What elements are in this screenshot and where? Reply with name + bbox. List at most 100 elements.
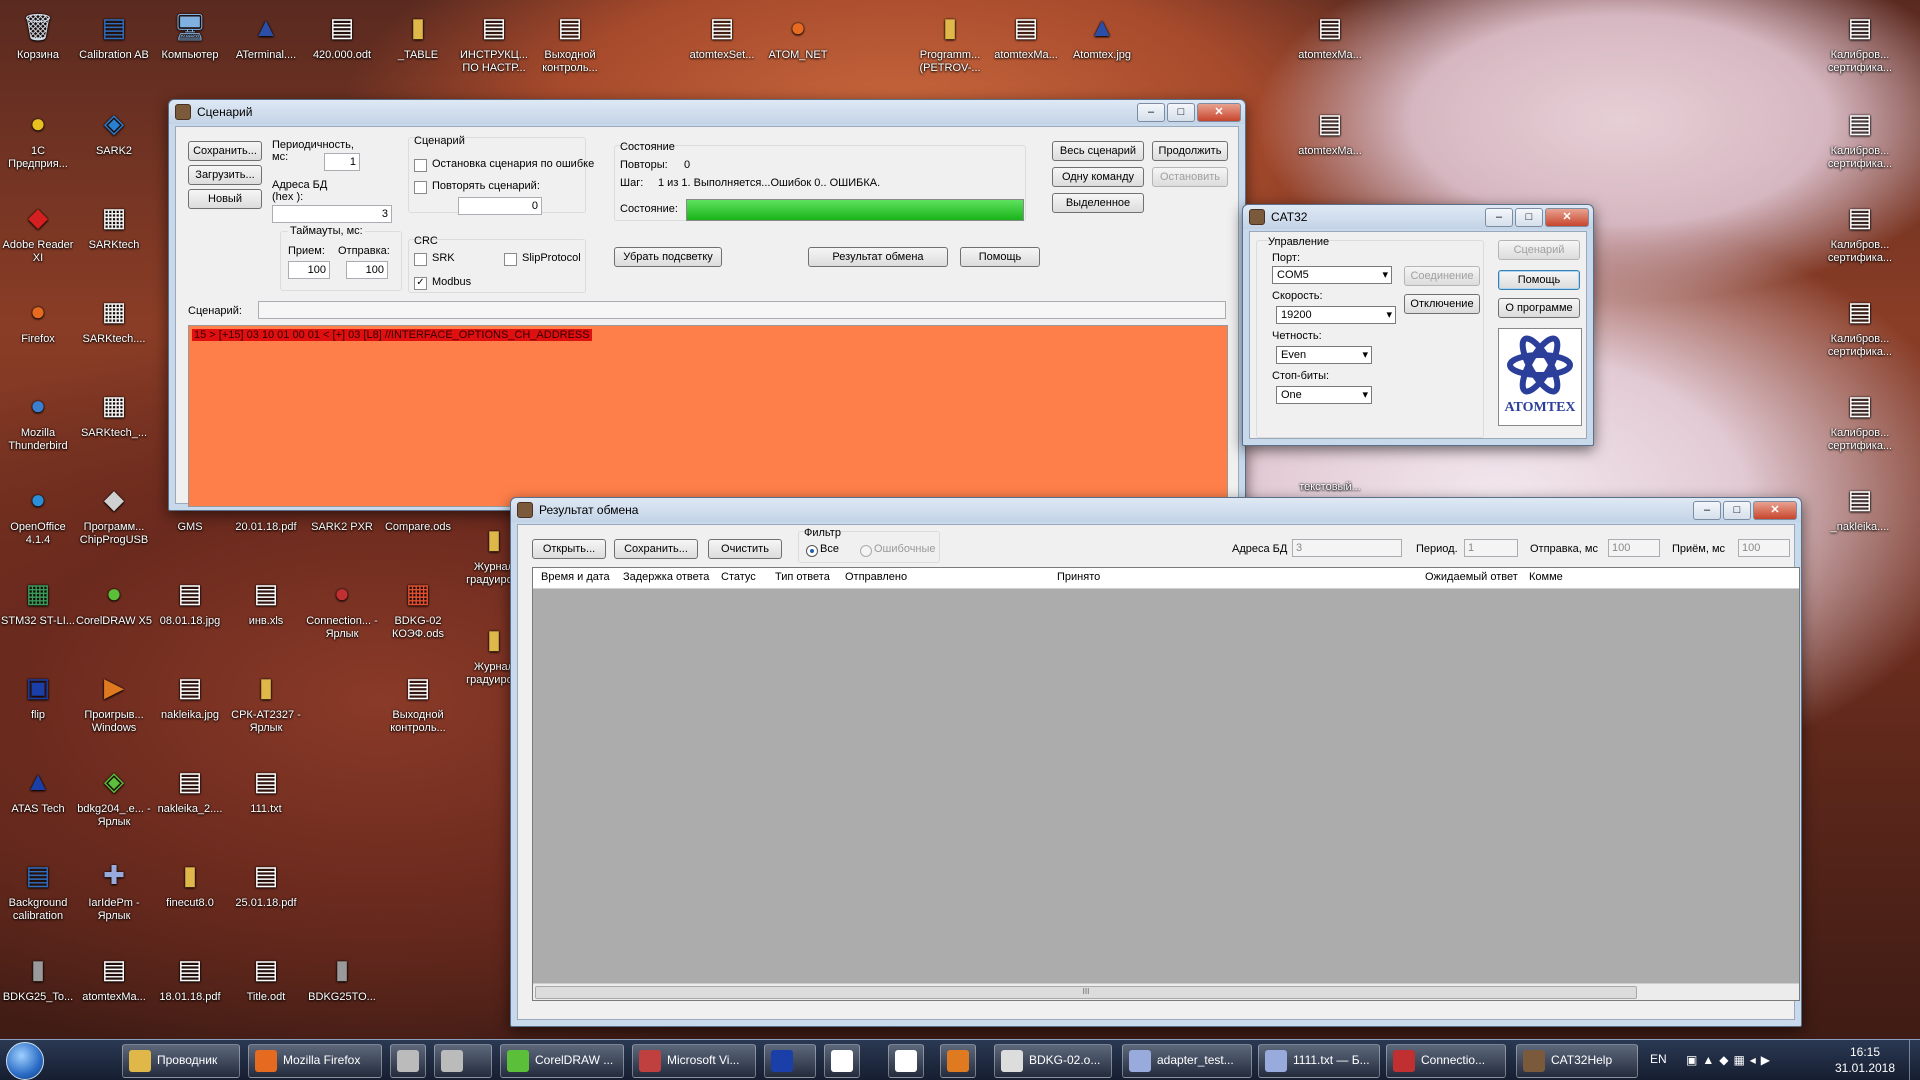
taskbar-button[interactable]: adapter_test... bbox=[1122, 1044, 1252, 1078]
desktop-icon[interactable]: ▮ BDKG25TO... bbox=[304, 950, 380, 1004]
explorer-pin-icon[interactable] bbox=[66, 1046, 106, 1074]
help-button[interactable]: Помощь bbox=[960, 247, 1040, 267]
port-select[interactable]: COM5 bbox=[1272, 266, 1392, 284]
desktop-icon[interactable]: ▤ Выходной контроль... bbox=[532, 8, 608, 75]
desktop-icon[interactable]: ▤ atomtexMa... bbox=[988, 8, 1064, 62]
desktop-icon[interactable]: ▲ Atomtex.jpg bbox=[1064, 8, 1140, 62]
desktop-icon[interactable]: ▤ 25.01.18.pdf bbox=[228, 856, 304, 910]
clear-button[interactable]: Очистить bbox=[708, 539, 782, 559]
filter-errors-radio[interactable] bbox=[860, 545, 872, 557]
desktop-icon[interactable]: ▤ atomtexMa... bbox=[1292, 8, 1368, 62]
desktop-icon[interactable]: ▤ Калибров... сертифика... bbox=[1822, 198, 1898, 265]
taskbar-button[interactable]: Microsoft Vi... bbox=[632, 1044, 756, 1078]
desktop-icon[interactable]: ▤ Калибров... сертифика... bbox=[1822, 104, 1898, 171]
speed-select[interactable]: 19200 bbox=[1276, 306, 1396, 324]
desktop-icon[interactable]: ✚ IarIdePm - Ярлык bbox=[76, 856, 152, 923]
new-button[interactable]: Новый bbox=[188, 189, 262, 209]
column-header[interactable]: Принято bbox=[1057, 571, 1100, 583]
desktop-icon[interactable]: ▮ Programm... (PETROV-... bbox=[912, 8, 988, 75]
desktop-icon[interactable]: ● Connection... - Ярлык bbox=[304, 574, 380, 641]
one-command-button[interactable]: Одну команду bbox=[1052, 167, 1144, 187]
result-titlebar[interactable]: Результат обмена – □ ✕ bbox=[511, 498, 1801, 522]
desktop-icon[interactable]: ▤ Calibration AB bbox=[76, 8, 152, 62]
modbus-checkbox[interactable]: ✓ bbox=[414, 277, 427, 290]
taskbar-button[interactable] bbox=[390, 1044, 426, 1078]
taskbar-button[interactable]: CAT32Help bbox=[1516, 1044, 1638, 1078]
desktop-icon[interactable]: ▤ 08.01.18.jpg bbox=[152, 574, 228, 628]
desktop-icon[interactable]: ▤ ИНСТРУКЦ... ПО НАСТР... bbox=[456, 8, 532, 75]
desktop-icon[interactable]: ▤ nakleika_2.... bbox=[152, 762, 228, 816]
desktop-icon[interactable]: ▮ BDKG25_To... bbox=[0, 950, 76, 1004]
db-address-input[interactable]: 3 bbox=[272, 205, 392, 223]
maximize-button[interactable]: □ bbox=[1167, 102, 1195, 122]
db-input[interactable]: 3 bbox=[1292, 539, 1402, 557]
scenario-editor[interactable]: 15 > [+15] 03 10 01 00 01 < [+] 03 [L8] … bbox=[188, 325, 1228, 507]
desktop-icon[interactable]: ▦ SARKtech.... bbox=[76, 292, 152, 346]
start-button[interactable] bbox=[6, 1042, 44, 1080]
minimize-button[interactable]: – bbox=[1693, 500, 1721, 520]
desktop-icon[interactable]: ● Firefox bbox=[0, 292, 76, 346]
language-indicator[interactable]: EN bbox=[1650, 1052, 1667, 1066]
clock[interactable]: 16:15 31.01.2018 bbox=[1830, 1044, 1900, 1076]
scenario-field-input[interactable] bbox=[258, 301, 1226, 319]
desktop-icon[interactable]: ▤ Калибров... сертифика... bbox=[1822, 8, 1898, 75]
remove-highlight-button[interactable]: Убрать подсветку bbox=[614, 247, 722, 267]
maximize-button[interactable]: □ bbox=[1723, 500, 1751, 520]
desktop-icon[interactable]: ◈ SARK2 bbox=[76, 104, 152, 158]
period-input[interactable]: 1 bbox=[1464, 539, 1518, 557]
desktop-icon[interactable]: ▤ Калибров... сертифика... bbox=[1822, 386, 1898, 453]
desktop-icon[interactable]: ▤ Background calibration bbox=[0, 856, 76, 923]
open-button[interactable]: Открыть... bbox=[532, 539, 606, 559]
desktop-icon[interactable]: ● CorelDRAW X5 bbox=[76, 574, 152, 628]
continue-button[interactable]: Продолжить bbox=[1152, 141, 1228, 161]
desktop-icon[interactable]: ▤ Title.odt bbox=[228, 950, 304, 1004]
desktop-icon[interactable]: ▤ 420.000.odt bbox=[304, 8, 380, 62]
desktop-icon[interactable]: ▤ atomtexMa... bbox=[1292, 104, 1368, 158]
taskbar-button[interactable] bbox=[940, 1044, 976, 1078]
column-header[interactable]: Время и дата bbox=[541, 571, 610, 583]
desktop-icon[interactable]: ● ATOM_NET bbox=[760, 8, 836, 62]
desktop-icon[interactable]: 🖥 Компьютер bbox=[152, 8, 228, 62]
desktop-icon[interactable]: ▲ ATerminal.... bbox=[228, 8, 304, 62]
horizontal-scrollbar[interactable]: III bbox=[533, 983, 1799, 1000]
recv-input[interactable]: 100 bbox=[1738, 539, 1790, 557]
desktop-icon[interactable]: ▮ finecut8.0 bbox=[152, 856, 228, 910]
script-line[interactable]: 15 > [+15] 03 10 01 00 01 < [+] 03 [L8] … bbox=[192, 329, 592, 341]
desktop-icon[interactable]: ▤ _nakleika.... bbox=[1822, 480, 1898, 534]
selected-button[interactable]: Выделенное bbox=[1052, 193, 1144, 213]
filter-all-radio[interactable] bbox=[806, 545, 818, 557]
desktop-icon[interactable]: ▤ atomtexMa... bbox=[76, 950, 152, 1004]
taskbar-button[interactable] bbox=[888, 1044, 924, 1078]
desktop-icon[interactable]: ◆ Adobe Reader XI bbox=[0, 198, 76, 265]
desktop-icon[interactable]: ▤ Калибров... сертифика... bbox=[1822, 292, 1898, 359]
taskbar-button[interactable]: 1111.txt — Б... bbox=[1258, 1044, 1380, 1078]
desktop-icon[interactable]: ▶ Проигрыв... Windows bbox=[76, 668, 152, 735]
about-button[interactable]: О программе bbox=[1498, 298, 1580, 318]
tray-icons[interactable]: ▣▲◆▦◂▶ bbox=[1686, 1053, 1798, 1067]
desktop-icon[interactable]: ◈ bdkg204_.e... - Ярлык bbox=[76, 762, 152, 829]
desktop-icon[interactable]: ● Mozilla Thunderbird bbox=[0, 386, 76, 453]
cat32-help-button[interactable]: Помощь bbox=[1498, 270, 1580, 290]
desktop-icon[interactable]: ● 1С Предприя... bbox=[0, 104, 76, 171]
send-timeout-input[interactable]: 100 bbox=[346, 261, 388, 279]
show-desktop-button[interactable] bbox=[1909, 1040, 1920, 1080]
desktop-icon[interactable]: ▤ 111.txt bbox=[228, 762, 304, 816]
recv-timeout-input[interactable]: 100 bbox=[288, 261, 330, 279]
taskbar-button[interactable]: Mozilla Firefox bbox=[248, 1044, 382, 1078]
cat32-titlebar[interactable]: CAT32 – □ ✕ bbox=[1243, 205, 1593, 229]
desktop-icon[interactable]: ▤ atomtexSet... bbox=[684, 8, 760, 62]
desktop-icon[interactable]: ▤ nakleika.jpg bbox=[152, 668, 228, 722]
desktop-icon[interactable]: ▮ СРК-АТ2327 - Ярлык bbox=[228, 668, 304, 735]
scrollbar-thumb[interactable]: III bbox=[535, 986, 1637, 999]
desktop-icon[interactable]: 🗑 Корзина bbox=[0, 8, 76, 62]
maximize-button[interactable]: □ bbox=[1515, 207, 1543, 227]
desktop-icon[interactable]: ▲ ATAS Tech bbox=[0, 762, 76, 816]
connect-button[interactable]: Соединение bbox=[1404, 266, 1480, 286]
desktop-icon[interactable]: ▣ flip bbox=[0, 668, 76, 722]
column-header[interactable]: Отправлено bbox=[845, 571, 907, 583]
desktop-icon[interactable]: ▮ _TABLE bbox=[380, 8, 456, 62]
load-button[interactable]: Загрузить... bbox=[188, 165, 262, 185]
desktop-icon[interactable]: ◆ Программ... ChipProgUSB bbox=[76, 480, 152, 547]
desktop-icon[interactable]: ▦ STM32 ST-LI... bbox=[0, 574, 76, 628]
desktop-icon[interactable]: ▤ 18.01.18.pdf bbox=[152, 950, 228, 1004]
